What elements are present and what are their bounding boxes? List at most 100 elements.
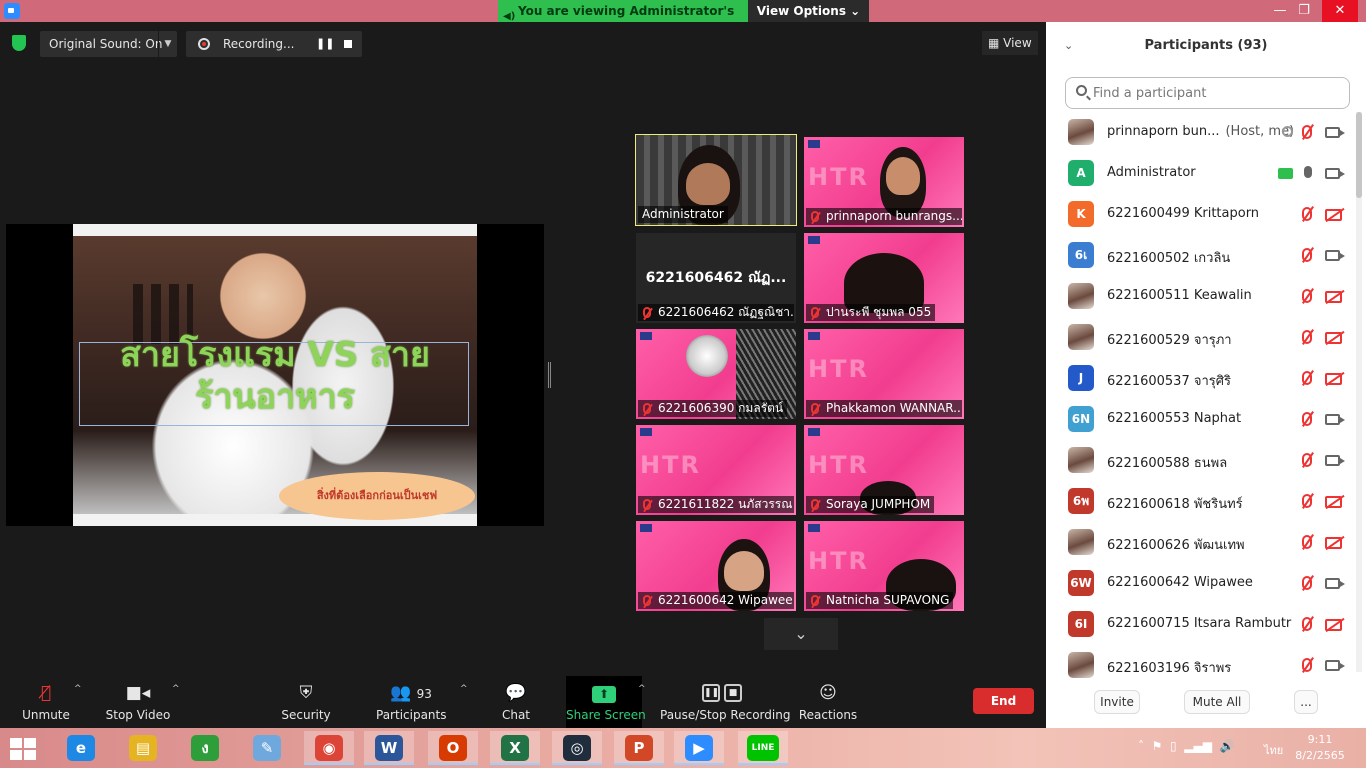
stop-recording-icon[interactable]: [344, 40, 352, 48]
muted-mic-icon[interactable]: [1302, 658, 1312, 672]
taskbar-app-line[interactable]: LINE: [738, 731, 788, 765]
taskbar-app-powerpoint[interactable]: P: [614, 731, 664, 765]
taskbar-app-zoom[interactable]: ▶: [674, 731, 724, 765]
participant-row[interactable]: 6221600626 พัฒนเทพ: [1046, 522, 1356, 563]
mic-icon[interactable]: [1304, 166, 1312, 178]
video-camera-icon[interactable]: [1325, 250, 1345, 261]
muted-mic-icon[interactable]: [1302, 207, 1312, 221]
taskbar-app-word[interactable]: W: [364, 731, 414, 765]
split-divider-handle[interactable]: [548, 362, 551, 388]
video-tile[interactable]: 6221606462 ณัฏ... 6221606462 ณัฏฐณิชา...: [636, 233, 796, 323]
stop-video-button[interactable]: ■◂ Stop Video: [104, 676, 172, 728]
chat-button[interactable]: 💬 Chat: [492, 676, 540, 728]
view-button[interactable]: ▦ View: [982, 31, 1038, 55]
participant-row[interactable]: 6221600511 Keawalin: [1046, 276, 1356, 317]
video-off-icon[interactable]: [1325, 537, 1342, 549]
video-off-icon[interactable]: [1325, 496, 1342, 508]
security-button[interactable]: ⛨ Security: [276, 676, 336, 728]
video-camera-icon[interactable]: [1325, 127, 1345, 138]
participant-list-scrollbar[interactable]: [1356, 112, 1362, 672]
taskbar-app-internet-explorer[interactable]: e: [56, 731, 106, 765]
video-tile[interactable]: 6221600642 Wipawee: [636, 521, 796, 611]
participant-row[interactable]: 6221600529 จารุภา: [1046, 317, 1356, 358]
participant-list[interactable]: prinnaporn bun... (Host, me) A Administrato…: [1046, 112, 1356, 678]
taskbar-app-office[interactable]: O: [428, 731, 478, 765]
audio-options-caret[interactable]: ^: [72, 676, 86, 728]
windows-start-icon[interactable]: [10, 738, 38, 760]
more-videos-chevron-icon[interactable]: ⌄: [764, 618, 838, 650]
share-screen-button[interactable]: ⬆ Share Screen: [566, 676, 646, 728]
participant-row[interactable]: 6221600588 ธนพล: [1046, 440, 1356, 481]
muted-mic-icon[interactable]: [1302, 412, 1312, 426]
maximize-button[interactable]: ❐: [1289, 0, 1319, 22]
muted-mic-icon[interactable]: [1302, 453, 1312, 467]
participants-button[interactable]: 👥 93 Participants: [376, 676, 447, 728]
taskbar-app-file-explorer[interactable]: ▤: [118, 731, 168, 765]
video-camera-icon[interactable]: [1325, 414, 1345, 425]
close-window-button[interactable]: ✕: [1322, 0, 1358, 22]
video-off-icon[interactable]: [1325, 332, 1342, 344]
muted-mic-icon[interactable]: [1302, 371, 1312, 385]
video-off-icon[interactable]: [1325, 619, 1342, 631]
taskbar-app-chrome[interactable]: ◉: [304, 731, 354, 765]
video-camera-icon[interactable]: [1325, 660, 1345, 671]
participant-row[interactable]: 6I 6221600715 Itsara Rambutr: [1046, 604, 1356, 645]
participants-options-caret[interactable]: ^: [458, 676, 472, 728]
muted-mic-icon[interactable]: [1302, 330, 1312, 344]
video-tile[interactable]: ปานระพี ชุมพล 055: [804, 233, 964, 323]
video-tile[interactable]: HTR Natnicha SUPAVONG: [804, 521, 964, 611]
pause-recording-icon[interactable]: ❚❚: [316, 31, 334, 57]
muted-mic-icon[interactable]: [1302, 617, 1312, 631]
taskbar-app-excel[interactable]: X: [490, 731, 540, 765]
video-tile[interactable]: HTR 6221611822 นภัสวรรณ: [636, 425, 796, 515]
video-camera-icon[interactable]: [1325, 455, 1345, 466]
video-tile[interactable]: HTR Phakkamon WANNAR...: [804, 329, 964, 419]
participant-row[interactable]: 6เ 6221600502 เกวลิน: [1046, 235, 1356, 276]
taskbar-app-paint[interactable]: ✎: [242, 731, 292, 765]
muted-mic-icon[interactable]: [1302, 125, 1312, 139]
video-off-icon[interactable]: [1325, 291, 1342, 303]
system-tray-icons[interactable]: ˄ ⚑ ▯ ▂▄▆ 🔊: [1138, 739, 1235, 753]
system-clock[interactable]: 9:11 8/2/2565: [1288, 732, 1352, 764]
view-options-button[interactable]: View Options ⌄: [748, 0, 869, 22]
participant-row[interactable]: 6W 6221600642 Wipawee: [1046, 563, 1356, 604]
pause-stop-recording-button[interactable]: ❚❚ ■ Pause/Stop Recording: [660, 676, 790, 728]
original-sound-button[interactable]: Original Sound: On: [40, 31, 177, 57]
video-tile[interactable]: HTR Soraya JUMPHOM: [804, 425, 964, 515]
invite-button[interactable]: Invite: [1094, 690, 1140, 714]
participant-search-input[interactable]: [1093, 84, 1343, 102]
input-language[interactable]: ไทย: [1264, 741, 1283, 759]
participant-row[interactable]: 6พ 6221600618 พัชรินทร์: [1046, 481, 1356, 522]
mute-all-button[interactable]: Mute All: [1184, 690, 1250, 714]
participant-row[interactable]: K 6221600499 Krittaporn: [1046, 194, 1356, 235]
muted-mic-icon[interactable]: [1302, 248, 1312, 262]
participant-row[interactable]: A Administrator: [1046, 153, 1356, 194]
video-off-icon[interactable]: [1325, 373, 1342, 385]
participant-row[interactable]: 6N 6221600553 Naphat: [1046, 399, 1356, 440]
video-tile[interactable]: Administrator: [635, 134, 797, 226]
original-sound-dropdown[interactable]: ▼: [158, 31, 177, 57]
participant-row[interactable]: prinnaporn bun... (Host, me): [1046, 112, 1356, 153]
reactions-button[interactable]: ☺ Reactions: [798, 676, 858, 728]
video-tile[interactable]: HTR prinnaporn bunrangs...: [804, 137, 964, 227]
end-meeting-button[interactable]: End: [973, 688, 1034, 714]
video-tile[interactable]: 6221606390 กมลรัตน์: [636, 329, 796, 419]
muted-mic-icon[interactable]: [1302, 576, 1312, 590]
muted-mic-icon[interactable]: [1302, 494, 1312, 508]
participant-search[interactable]: [1065, 77, 1350, 109]
taskbar-app-webex[interactable]: ◎: [552, 731, 602, 765]
shared-screen[interactable]: สายโรงแรม VS สาย ร้านอาหาร สิ่งที่ต้องเล…: [6, 224, 544, 526]
taskbar-app-line-green[interactable]: ง: [180, 731, 230, 765]
video-camera-icon[interactable]: [1325, 578, 1345, 589]
video-options-caret[interactable]: ^: [170, 676, 184, 728]
security-shield-icon[interactable]: [12, 35, 26, 51]
more-options-button[interactable]: ...: [1294, 690, 1318, 714]
share-options-caret[interactable]: ^: [636, 676, 650, 728]
participant-row[interactable]: J 6221600537 จารุศิริ: [1046, 358, 1356, 399]
muted-mic-icon[interactable]: [1302, 289, 1312, 303]
participant-row[interactable]: 6221603196 จิราพร: [1046, 645, 1356, 678]
muted-mic-icon[interactable]: [1302, 535, 1312, 549]
video-off-icon[interactable]: [1325, 209, 1342, 221]
unmute-button[interactable]: 🎙̸ Unmute: [16, 676, 76, 728]
video-camera-icon[interactable]: [1325, 168, 1345, 179]
